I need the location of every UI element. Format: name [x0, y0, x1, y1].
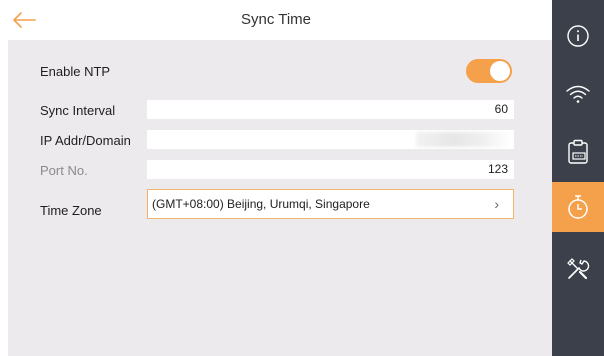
sidebar-item-network[interactable] — [552, 69, 604, 119]
port-field[interactable]: 123 — [147, 160, 514, 179]
sidebar-item-device[interactable] — [552, 127, 604, 177]
redacted-value — [416, 132, 512, 147]
sidebar-item-maintenance[interactable] — [552, 244, 604, 294]
time-zone-select[interactable]: (GMT+08:00) Beijing, Urumqi, Singapore › — [147, 189, 514, 219]
sync-interval-label: Sync Interval — [40, 103, 116, 118]
enable-ntp-toggle[interactable] — [466, 59, 512, 83]
timer-icon — [568, 195, 588, 219]
sidebar — [552, 0, 604, 356]
sync-interval-value: 60 — [494, 102, 508, 116]
settings-panel: Enable NTP Sync Interval 60 IP Addr/Doma… — [8, 40, 552, 356]
ip-addr-field[interactable] — [147, 130, 514, 149]
time-zone-label: Time Zone — [40, 203, 102, 218]
sidebar-item-info[interactable] — [552, 11, 604, 61]
sync-interval-field[interactable]: 60 — [147, 100, 514, 119]
enable-ntp-label: Enable NTP — [40, 64, 111, 79]
toggle-knob — [490, 61, 510, 81]
sidebar-item-sync-time[interactable] — [552, 182, 604, 232]
port-value: 123 — [487, 162, 508, 176]
sync-time-screen: Sync Time Enable NTP Sync Interval 60 IP… — [0, 0, 604, 356]
wifi-icon — [566, 85, 590, 103]
tools-icon — [567, 258, 590, 280]
clipboard-icon — [568, 139, 588, 164]
page-title: Sync Time — [240, 11, 312, 28]
chevron-right-icon: › — [494, 196, 499, 212]
header: Sync Time — [0, 0, 552, 40]
time-zone-value: (GMT+08:00) Beijing, Urumqi, Singapore — [152, 197, 370, 211]
ip-addr-label: IP Addr/Domain — [40, 133, 131, 148]
info-icon — [567, 25, 589, 47]
port-label: Port No. — [40, 163, 88, 178]
